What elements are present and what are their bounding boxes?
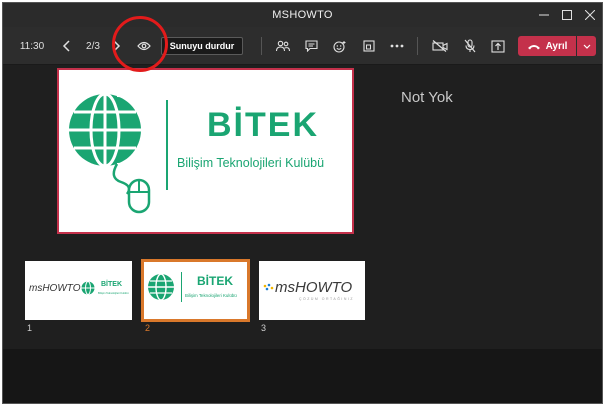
chevron-down-icon [583, 44, 590, 49]
title-bar: MSHOWTO [3, 3, 602, 27]
chat-icon [304, 40, 318, 52]
slide-number-1: 1 [27, 323, 33, 333]
more-dots-icon [390, 44, 404, 48]
thumbnail-divider [181, 272, 182, 302]
bottom-area [3, 349, 602, 403]
share-screen-icon [491, 39, 505, 53]
presentation-stage: BİTEK Bilişim Teknolojileri Kulübü Not Y… [3, 65, 602, 349]
share-tray-button[interactable] [487, 27, 509, 65]
leave-label: Ayrıl [545, 40, 568, 52]
chevron-left-icon [62, 40, 70, 52]
teams-presenter-window: MSHOWTO 11:30 2/3 Sunuyu durdur Ayrıl Bİ… [2, 2, 603, 404]
mouse-icon [127, 178, 151, 214]
globe-icon [69, 91, 156, 169]
participants-button[interactable] [273, 27, 293, 65]
breakout-rooms-icon [363, 40, 375, 52]
camera-toggle-button[interactable] [429, 27, 451, 65]
slide-brand-title: BİTEK [207, 106, 319, 144]
next-slide-button[interactable] [109, 27, 125, 65]
window-title: MSHOWTO [272, 9, 333, 21]
people-icon [276, 40, 290, 52]
slide-thumbnail-3[interactable]: msHOWTO ÇÖZÜM ORTAĞINIZ [259, 261, 365, 320]
thumbnail-mshowto-logo: msHOWTO [275, 279, 353, 296]
thumbnail-subtitle: Bilişim Teknolojileri Kulübü [185, 293, 237, 298]
private-view-button[interactable] [133, 27, 155, 65]
slide-thumbnail-1[interactable]: msHOWTO BİTEK Bilişim Teknolojileri Kulü… [25, 261, 132, 320]
thumbnail-tagline: ÇÖZÜM ORTAĞINIZ [299, 297, 355, 301]
meeting-time: 11:30 [19, 40, 45, 52]
globe-icon [148, 273, 174, 301]
close-button[interactable] [575, 3, 602, 27]
slide-page-indicator: 2/3 [86, 40, 100, 52]
stop-presenting-button[interactable]: Sunuyu durdur [161, 37, 243, 55]
slide-number-2: 2 [145, 323, 151, 333]
slide-subtitle: Bilişim Teknolojileri Kulübü [177, 156, 325, 170]
thumbnail-brand: BİTEK [101, 281, 122, 288]
chat-button[interactable] [301, 27, 321, 65]
toolbar-divider [261, 37, 262, 55]
current-slide: BİTEK Bilişim Teknolojileri Kulübü [57, 68, 354, 234]
thumbnail-mshowto-logo: msHOWTO [29, 283, 81, 294]
leave-options-dropdown[interactable] [577, 36, 596, 56]
slide-thumbnail-2[interactable]: BİTEK Bilişim Teknolojileri Kulübü [141, 259, 250, 322]
reactions-button[interactable] [329, 27, 351, 65]
eye-icon [137, 41, 151, 51]
slide-number-3: 3 [261, 323, 267, 333]
reaction-icon [333, 40, 346, 53]
camera-off-icon [432, 40, 448, 52]
chevron-right-icon [113, 40, 121, 52]
globe-icon [81, 281, 95, 295]
minimize-icon [539, 14, 549, 16]
rooms-button[interactable] [359, 27, 379, 65]
thumbnail-subtitle: Bilişim Teknolojileri Kulübü [98, 292, 129, 295]
close-icon [585, 10, 595, 20]
microphone-toggle-button[interactable] [459, 27, 481, 65]
leave-meeting-button[interactable]: Ayrıl [518, 36, 576, 56]
microphone-off-icon [464, 39, 476, 53]
presenter-toolbar: 11:30 2/3 Sunuyu durdur Ayrıl [3, 27, 602, 65]
previous-slide-button[interactable] [57, 27, 75, 65]
speaker-notes: Not Yok [401, 89, 453, 106]
more-actions-button[interactable] [387, 27, 407, 65]
toolbar-divider [417, 37, 418, 55]
bitek-logo [69, 91, 168, 214]
maximize-icon [562, 10, 572, 20]
hang-up-icon [527, 44, 540, 49]
thumbnail-brand: BİTEK [197, 274, 233, 288]
